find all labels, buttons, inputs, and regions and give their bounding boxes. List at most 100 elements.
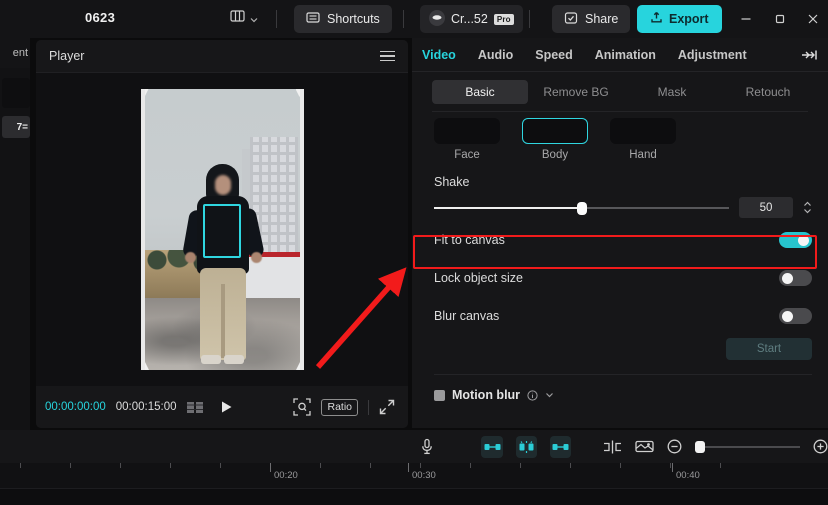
fullscreen-icon[interactable] [379, 399, 395, 415]
close-button[interactable] [798, 4, 828, 34]
subtab-mask[interactable]: Mask [624, 80, 720, 104]
share-icon [564, 11, 578, 28]
body-part-body[interactable]: Body [522, 118, 588, 161]
play-button[interactable] [220, 400, 233, 414]
hamburger-menu-icon[interactable] [380, 50, 395, 62]
account-label: Cr...52 [451, 12, 488, 26]
avatar-icon [429, 9, 445, 29]
blur-canvas-label: Blur canvas [434, 309, 500, 323]
shake-stepper[interactable] [803, 201, 812, 214]
tab-animation[interactable]: Animation [595, 48, 656, 62]
timeline-ruler[interactable]: 00:20 00:30 00:40 [0, 463, 828, 489]
right-hand [251, 252, 262, 263]
frames-icon[interactable] [186, 401, 204, 414]
shortcuts-label: Shortcuts [327, 12, 380, 26]
share-button[interactable]: Share [552, 5, 631, 33]
maximize-button[interactable] [765, 4, 795, 34]
ruler-tick-major [408, 463, 409, 472]
body-selection-box[interactable] [203, 204, 241, 258]
face-label: Face [454, 149, 480, 161]
account-button[interactable]: Cr...52 Pro [420, 5, 523, 33]
body-part-hand[interactable]: Hand [610, 118, 676, 161]
collapse-panel-icon[interactable] [801, 48, 818, 62]
hand-label: Hand [629, 149, 657, 161]
start-row: Start [412, 332, 828, 360]
timeline-tracks-area[interactable] [0, 489, 828, 505]
transition-in-icon[interactable] [481, 435, 503, 458]
body-part-face[interactable]: Face [434, 118, 500, 161]
start-button[interactable]: Start [726, 338, 812, 360]
fit-to-screen-icon[interactable] [293, 398, 312, 416]
shake-slider-track[interactable] [434, 201, 729, 215]
timeline-zoom-knob[interactable] [695, 440, 706, 453]
face [215, 175, 231, 195]
left-shoe [201, 355, 221, 364]
subtab-remove-bg[interactable]: Remove BG [528, 80, 624, 104]
fit-to-canvas-label: Fit to canvas [434, 233, 505, 247]
shortcuts-button[interactable]: Shortcuts [294, 5, 392, 33]
tab-video[interactable]: Video [422, 48, 456, 62]
shake-slider-row: 50 [412, 189, 828, 218]
player-panel: Player 00:00:00:00 00:00:15:00 Ratio [36, 40, 408, 428]
subtab-retouch[interactable]: Retouch [720, 80, 816, 104]
properties-panel: Video Audio Speed Animation Adjustment B… [412, 38, 828, 428]
motion-blur-row: Motion blur [412, 375, 828, 402]
pants [200, 268, 246, 360]
blur-canvas-toggle[interactable] [779, 308, 812, 324]
left-panel-stub[interactable]: ent 7= [0, 38, 30, 433]
body-part-options: Face Body Hand [412, 112, 828, 161]
body-label: Body [541, 149, 569, 161]
zoom-in-icon[interactable] [813, 439, 828, 454]
info-icon[interactable] [527, 389, 538, 401]
ratio-button[interactable]: Ratio [321, 398, 358, 416]
total-duration: 00:00:15:00 [115, 401, 177, 413]
ruler-tick-major [672, 463, 673, 472]
right-shoe [224, 355, 244, 364]
keyboard-icon [306, 11, 320, 27]
layout-selector[interactable] [230, 9, 258, 28]
upload-icon [650, 11, 663, 27]
transition-out-icon[interactable] [550, 435, 572, 458]
tab-speed[interactable]: Speed [535, 48, 573, 62]
tab-audio[interactable]: Audio [478, 48, 513, 62]
lock-object-size-label: Lock object size [434, 271, 523, 285]
chevron-down-icon[interactable] [545, 392, 554, 398]
face-thumbnail [434, 118, 500, 144]
current-timecode[interactable]: 00:00:00:00 [45, 401, 106, 413]
title-bar: 0623 Shortcuts Cr...52 Pro Share Export [0, 0, 828, 38]
shake-slider-fill [434, 206, 582, 209]
fit-to-canvas-toggle[interactable] [779, 232, 812, 248]
app-window: 0623 Shortcuts Cr...52 Pro Share Export … [0, 0, 828, 505]
split-icon[interactable] [603, 440, 622, 454]
person-subject [180, 164, 266, 364]
player-stage [36, 73, 408, 386]
motion-blur-label: Motion blur [452, 388, 521, 402]
option-fit-to-canvas: Fit to canvas [412, 224, 828, 256]
export-label: Export [669, 12, 709, 26]
minimize-button[interactable] [731, 4, 761, 34]
microphone-icon[interactable] [420, 438, 434, 455]
export-button[interactable]: Export [637, 5, 722, 33]
left-panel-header-text: ent [0, 38, 30, 68]
zoom-out-icon[interactable] [667, 439, 682, 454]
motion-blur-checkbox[interactable] [434, 389, 445, 401]
shake-value-input[interactable]: 50 [739, 197, 793, 218]
lock-object-size-toggle[interactable] [779, 270, 812, 286]
left-panel-thumbnail[interactable] [2, 78, 30, 108]
property-subtabs: Basic Remove BG Mask Retouch [412, 72, 828, 104]
project-name: 0623 [85, 10, 116, 25]
hand-thumbnail [610, 118, 676, 144]
shake-label: Shake [434, 175, 470, 189]
ruler-label-1: 00:20 [274, 470, 298, 481]
subtab-basic[interactable]: Basic [432, 80, 528, 104]
video-preview[interactable] [140, 89, 304, 370]
shake-slider-knob[interactable] [576, 201, 587, 215]
keyframe-icon[interactable] [515, 435, 538, 458]
left-hand [185, 252, 196, 263]
timeline-zoom-slider[interactable] [695, 440, 800, 453]
divider [276, 10, 277, 28]
crop-icon[interactable] [635, 439, 654, 454]
left-panel-chip[interactable]: 7= [2, 116, 30, 138]
tab-adjustment[interactable]: Adjustment [678, 48, 747, 62]
player-title: Player [49, 49, 85, 63]
